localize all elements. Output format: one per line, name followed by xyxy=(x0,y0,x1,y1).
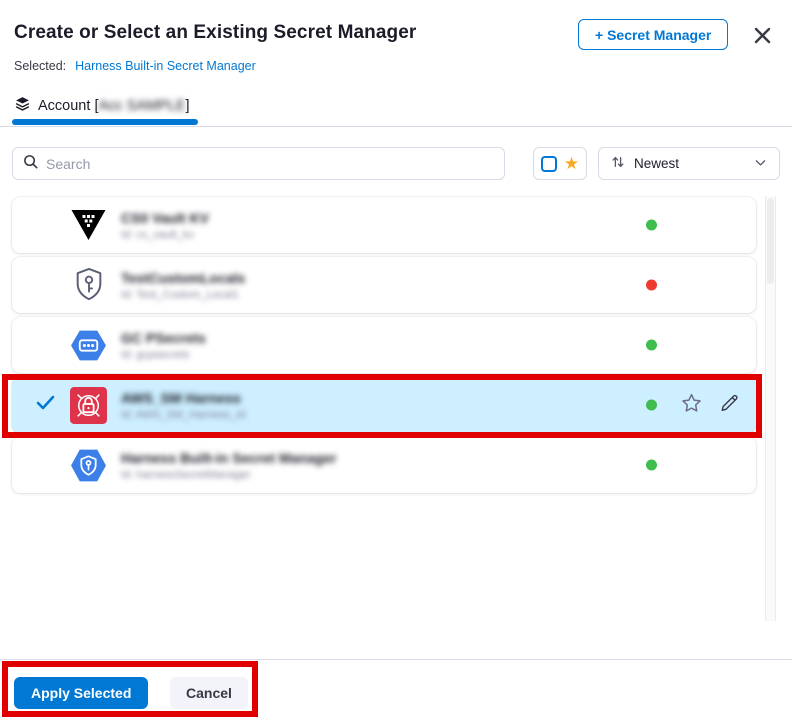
aws-secrets-manager-icon xyxy=(70,387,107,424)
favorite-star-icon: ★ xyxy=(564,155,579,172)
secret-manager-id-redacted: Id: cs_vault_kv xyxy=(121,229,209,241)
secret-manager-id-redacted: Id: AWS_SM_Harness_Id xyxy=(121,409,245,421)
favorites-filter[interactable]: ★ xyxy=(533,147,587,180)
sort-dropdown[interactable]: Newest xyxy=(598,147,780,180)
cancel-button[interactable]: Cancel xyxy=(170,677,248,709)
chevron-down-icon xyxy=(754,156,767,172)
secret-manager-name-redacted: TestCustomLocals xyxy=(121,270,245,286)
apply-selected-button[interactable]: Apply Selected xyxy=(14,677,148,709)
secret-manager-row[interactable]: GC PSecrets Id: gcpsecrets xyxy=(12,317,756,373)
account-name-redacted: Acc SAMPLE xyxy=(98,98,185,114)
secret-manager-name-redacted: CS0 Vault KV xyxy=(121,210,209,226)
secret-manager-id-redacted: Id: gcpsecrets xyxy=(121,349,206,361)
checkmark-icon xyxy=(36,395,55,416)
gcp-secret-manager-icon xyxy=(70,327,107,364)
connectivity-status-dot xyxy=(646,340,657,351)
search-icon xyxy=(23,154,38,174)
selected-line: Selected: Harness Built-in Secret Manage… xyxy=(14,59,256,73)
sort-arrows-icon xyxy=(611,155,625,172)
favorites-checkbox[interactable] xyxy=(541,156,557,172)
active-tab-indicator xyxy=(12,119,198,125)
secret-manager-id-redacted: Id: Test_Custom_Local1 xyxy=(121,289,245,301)
tab-divider xyxy=(0,126,792,127)
secret-manager-name-redacted: AWS_SM Harness xyxy=(121,390,245,406)
edit-pencil-icon[interactable] xyxy=(718,393,740,418)
connectivity-status-dot xyxy=(646,220,657,231)
new-secret-manager-button[interactable]: + Secret Manager xyxy=(578,19,728,50)
secret-manager-row[interactable]: TestCustomLocals Id: Test_Custom_Local1 xyxy=(12,257,756,313)
search-input[interactable] xyxy=(46,156,494,172)
selected-label: Selected: xyxy=(14,59,66,73)
favorite-star-outline-icon[interactable] xyxy=(679,392,704,419)
selected-secret-manager-link[interactable]: Harness Built-in Secret Manager xyxy=(75,59,256,73)
connectivity-status-dot xyxy=(646,280,657,291)
secret-manager-row[interactable]: CS0 Vault KV Id: cs_vault_kv xyxy=(12,197,756,253)
connectivity-status-dot xyxy=(646,460,657,471)
search-box xyxy=(12,147,505,180)
scrollbar[interactable] xyxy=(765,196,776,621)
footer-divider xyxy=(0,659,792,660)
sort-selected-value: Newest xyxy=(634,156,679,171)
secret-manager-modal: Create or Select an Existing Secret Mana… xyxy=(0,0,792,719)
layers-icon xyxy=(14,95,31,116)
scrollbar-thumb[interactable] xyxy=(767,198,774,284)
hashicorp-vault-icon xyxy=(70,207,107,244)
secret-manager-row[interactable]: AWS_SM Harness Id: AWS_SM_Harness_Id xyxy=(12,377,756,433)
secret-manager-list: CS0 Vault KV Id: cs_vault_kv TestCustomL… xyxy=(12,197,756,493)
custom-secret-manager-icon xyxy=(70,267,107,304)
secret-manager-id-redacted: Id: harnessSecretManager xyxy=(121,469,337,481)
tab-account-label: Account [Acc SAMPLE] xyxy=(38,98,190,114)
secret-manager-row[interactable]: Harness Built-in Secret Manager Id: harn… xyxy=(12,437,756,493)
page-title: Create or Select an Existing Secret Mana… xyxy=(14,22,416,44)
connectivity-status-dot xyxy=(646,400,657,411)
tab-account[interactable]: Account [Acc SAMPLE] xyxy=(14,95,190,116)
secret-manager-name-redacted: GC PSecrets xyxy=(121,330,206,346)
harness-secret-manager-icon xyxy=(70,447,107,484)
close-icon[interactable] xyxy=(751,24,773,46)
secret-manager-name-redacted: Harness Built-in Secret Manager xyxy=(121,450,337,466)
